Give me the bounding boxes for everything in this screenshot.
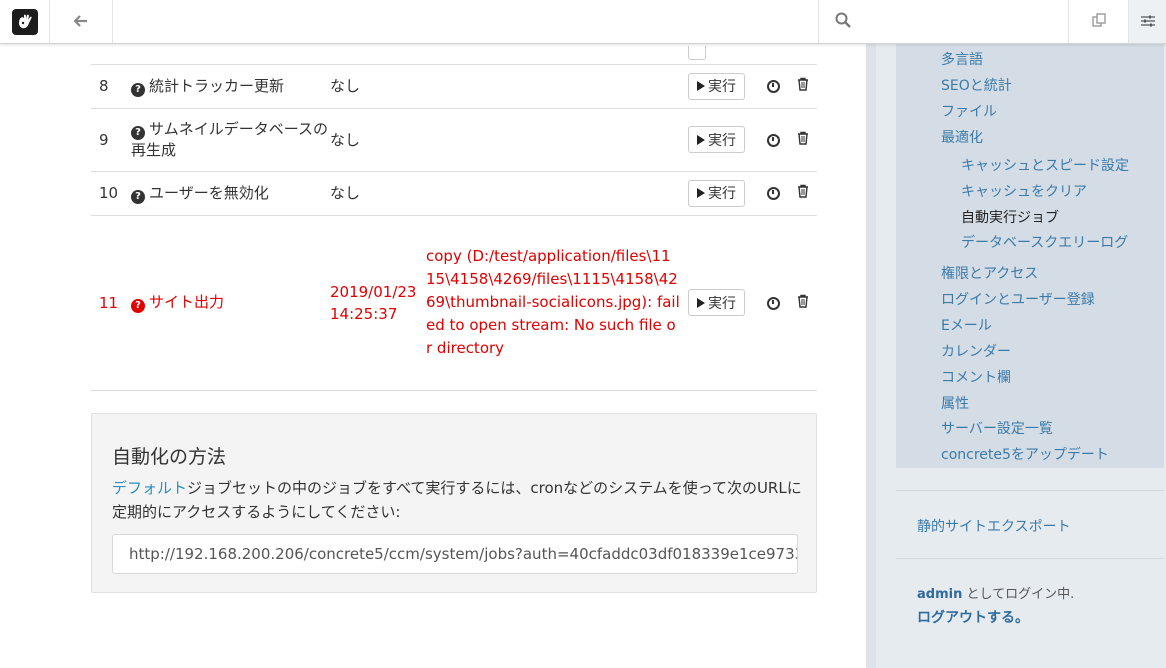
job-status: copy (D:/test/application/files\1115\415… [426, 215, 680, 391]
question-icon[interactable]: ? [131, 125, 145, 140]
dashboard-sidebar: 多言語 SEOと統計 ファイル最適化キャッシュとスピード設定 キャッシュをクリア 自動実… [866, 44, 1166, 668]
sidebar-nav-item[interactable]: キャッシュをクリア [961, 181, 1087, 201]
job-number: 9 [91, 108, 131, 172]
job-last-run: なし [330, 64, 426, 109]
automation-title: 自動化の方法 [112, 446, 227, 468]
sidebar-nav-item[interactable]: サーバー設定一覧 [941, 418, 1053, 438]
clock-icon[interactable] [766, 80, 780, 93]
sidebar-nav-item[interactable]: キャッシュとスピード設定 [961, 155, 1129, 175]
arrow-left-icon [73, 12, 88, 31]
settings-button[interactable] [1128, 0, 1166, 43]
sidebar-nav-item[interactable]: Eメール [941, 315, 992, 335]
question-icon[interactable]: ? [131, 82, 145, 97]
job-name: ? ユーザーを無効化 [131, 171, 330, 216]
job-status [426, 64, 680, 109]
job-last-run: なし [330, 171, 426, 216]
jobs-table: 8 ? 統計トラッカー更新 なし 実行 9 ? サムネイルデータベースの再生成 なし… [91, 44, 817, 391]
main-content: 8 ? 統計トラッカー更新 なし 実行 9 ? サムネイルデータベースの再生成 なし… [0, 44, 866, 668]
sidebar-nav-item[interactable]: ファイル [941, 101, 997, 121]
logout-link[interactable]: ログアウトする。 [917, 607, 1029, 627]
sidebar-nav-item[interactable]: 属性 [941, 393, 969, 413]
question-icon[interactable]: ? [131, 189, 145, 204]
sidebar-nav: 多言語 SEOと統計 ファイル最適化キャッシュとスピード設定 キャッシュをクリア 自動実… [896, 44, 1164, 468]
sidebar-nav-item[interactable]: 自動実行ジョブ [961, 207, 1059, 227]
automation-description: デフォルトジョブセットの中のジョブをすべて実行するには、cronなどのシステムを… [112, 479, 802, 521]
table-row: 8 ? 統計トラッカー更新 なし 実行 [91, 64, 817, 109]
sidebar-nav-item[interactable]: データベースクエリーログ [961, 232, 1128, 252]
automation-panel: 自動化の方法 デフォルトジョブセットの中のジョブをすべて実行するには、cronな… [91, 413, 817, 593]
job-name: ? 統計トラッカー更新 [131, 64, 330, 109]
sidebar-divider [896, 490, 1164, 491]
clock-icon[interactable] [766, 296, 780, 310]
sliders-icon [1140, 12, 1155, 31]
cron-url-field[interactable]: http://192.168.200.206/concrete5/ccm/sys… [112, 534, 798, 574]
sidebar-nav-item[interactable]: ログインとユーザー登録 [941, 289, 1095, 309]
sidebar-nav-item[interactable]: concrete5をアップデート [941, 444, 1109, 464]
copy-icon [1091, 12, 1106, 31]
run-button[interactable]: 実行 [688, 72, 745, 100]
job-number: 10 [91, 171, 131, 216]
job-name: ? サイト出力 [131, 215, 330, 391]
run-button[interactable]: 実行 [688, 179, 745, 207]
run-button[interactable]: 実行 [688, 289, 745, 316]
table-row: 11 ? サイト出力 2019/01/23 14:25:37 copy (D:/t… [91, 215, 817, 391]
sidebar-nav-item[interactable]: カレンダー [941, 341, 1011, 361]
trash-icon[interactable] [797, 294, 809, 312]
top-toolbar [0, 0, 1166, 44]
table-row: 9 ? サムネイルデータベースの再生成 なし 実行 [91, 108, 817, 172]
pages-button[interactable] [1068, 0, 1128, 43]
clock-icon[interactable] [766, 187, 780, 200]
sidebar-nav-item[interactable]: SEOと統計 [941, 75, 1012, 95]
logo-button[interactable] [0, 0, 50, 43]
job-status [426, 171, 680, 216]
run-button[interactable]: 実行 [688, 126, 745, 153]
default-jobset-link[interactable]: デフォルト [112, 479, 187, 497]
search-icon [835, 12, 851, 32]
play-icon [697, 297, 705, 308]
job-last-run: なし [330, 108, 426, 172]
job-number: 8 [91, 64, 131, 109]
trash-icon[interactable] [797, 77, 809, 95]
job-name: ? サムネイルデータベースの再生成 [131, 108, 330, 172]
sidebar-nav-item[interactable]: 権限とアクセス [941, 263, 1038, 283]
job-status [426, 108, 680, 172]
sidebar-divider [896, 558, 1164, 559]
search-button[interactable] [818, 0, 1068, 43]
job-last-run: 2019/01/23 14:25:37 [330, 215, 426, 391]
question-icon[interactable]: ? [131, 299, 145, 313]
play-icon [697, 81, 705, 91]
concrete5-logo-icon [11, 8, 38, 35]
clock-icon[interactable] [766, 133, 780, 147]
sidebar-nav-item[interactable]: 最適化 [941, 127, 983, 147]
trash-icon[interactable] [797, 184, 809, 202]
table-row [91, 44, 817, 65]
sidebar-item-static-export[interactable]: 静的サイトエクスポート [917, 516, 1071, 536]
play-icon [697, 134, 705, 145]
run-button[interactable] [688, 45, 706, 60]
table-row: 10 ? ユーザーを無効化 なし 実行 [91, 171, 817, 216]
username: admin [917, 587, 963, 602]
job-number: 11 [91, 215, 131, 391]
trash-icon[interactable] [797, 131, 809, 149]
sidebar-nav-item[interactable]: コメント欄 [941, 367, 1011, 387]
login-status: admin としてログイン中. [917, 587, 1075, 602]
sidebar-nav-item[interactable]: 多言語 [941, 49, 983, 69]
play-icon [697, 188, 705, 198]
back-button[interactable] [50, 0, 113, 43]
